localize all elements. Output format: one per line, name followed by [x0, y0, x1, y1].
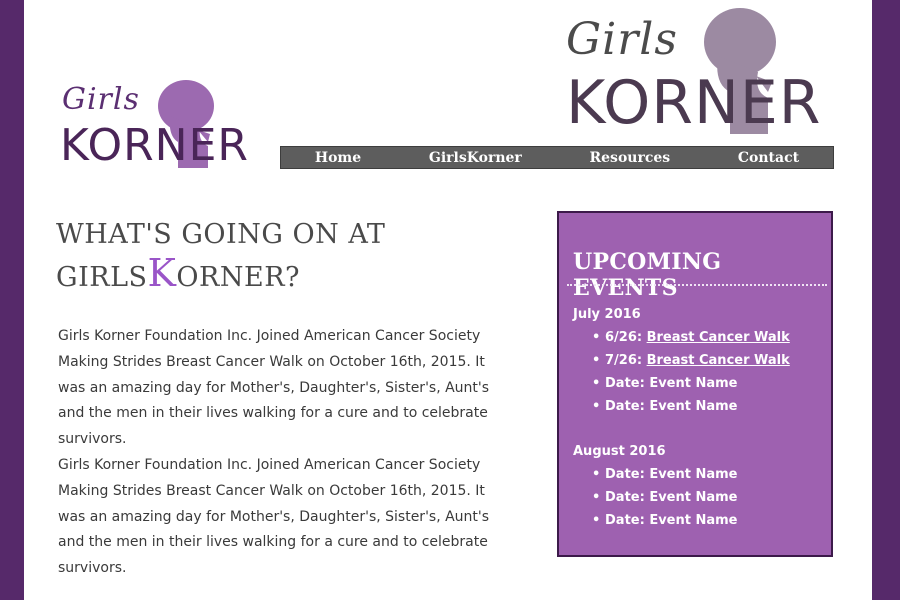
logo-word-text: KORNER — [566, 68, 822, 138]
event-date: 6/26: — [605, 330, 647, 345]
event-month-heading: July 2016 — [573, 307, 641, 322]
article-paragraph: Girls Korner Foundation Inc. Joined Amer… — [58, 328, 490, 448]
article-body: Girls Korner Foundation Inc. Joined Amer… — [58, 324, 498, 582]
bullet-icon: • — [592, 353, 601, 368]
events-title: UPCOMING EVENTS — [573, 249, 722, 301]
bullet-icon: • — [592, 376, 601, 391]
logo-script-text: Girls — [566, 14, 678, 65]
page-title: WHAT'S GOING ON AT GIRLSKORNER? — [56, 216, 476, 297]
event-link[interactable]: Breast Cancer Walk — [647, 330, 790, 345]
event-text: Date: Event Name — [605, 490, 738, 505]
article-paragraph: Girls Korner Foundation Inc. Joined Amer… — [58, 456, 490, 577]
event-item: • Date: Event Name — [589, 372, 790, 395]
event-link[interactable]: Breast Cancer Walk — [647, 353, 790, 368]
event-item: • 6/26: Breast Cancer Walk — [589, 326, 790, 349]
events-divider — [567, 284, 827, 286]
title-part2: ORNER? — [176, 262, 300, 293]
event-text: Date: Event Name — [605, 399, 738, 414]
site-logo[interactable]: Girls KORNER — [58, 76, 278, 172]
event-item: • Date: Event Name — [589, 395, 790, 418]
bullet-icon: • — [592, 513, 601, 528]
logo-script-text: Girls — [62, 82, 140, 117]
bullet-icon: • — [592, 399, 601, 414]
nav-home[interactable]: Home — [315, 150, 361, 166]
bullet-icon: • — [592, 490, 601, 505]
event-item: • 7/26: Breast Cancer Walk — [589, 349, 790, 372]
event-text: Date: Event Name — [605, 376, 738, 391]
page: Girls KORNER Girls KORNER Home GirlsKorn… — [24, 0, 872, 600]
event-list: • Date: Event Name • Date: Event Name • Dat… — [589, 463, 738, 532]
nav-contact[interactable]: Contact — [738, 150, 799, 166]
event-item: • Date: Event Name — [589, 509, 738, 532]
event-item: • Date: Event Name — [589, 486, 738, 509]
nav-resources[interactable]: Resources — [590, 150, 671, 166]
main-nav: Home GirlsKorner Resources Contact — [280, 146, 834, 169]
event-date: 7/26: — [605, 353, 647, 368]
logo-word-text: KORNER — [60, 120, 249, 171]
event-text: Date: Event Name — [605, 467, 738, 482]
bullet-icon: • — [592, 467, 601, 482]
site-logo-large[interactable]: Girls KORNER — [564, 6, 856, 138]
bullet-icon: • — [592, 330, 601, 345]
event-month-heading: August 2016 — [573, 444, 666, 459]
event-item: • Date: Event Name — [589, 463, 738, 486]
upcoming-events-panel: UPCOMING EVENTS July 2016 • 6/26: Breast … — [557, 211, 833, 557]
title-k-highlight: K — [147, 251, 177, 295]
event-list: • 6/26: Breast Cancer Walk • 7/26: Breast … — [589, 326, 790, 418]
event-text: Date: Event Name — [605, 513, 738, 528]
nav-girlskorner[interactable]: GirlsKorner — [429, 150, 522, 166]
